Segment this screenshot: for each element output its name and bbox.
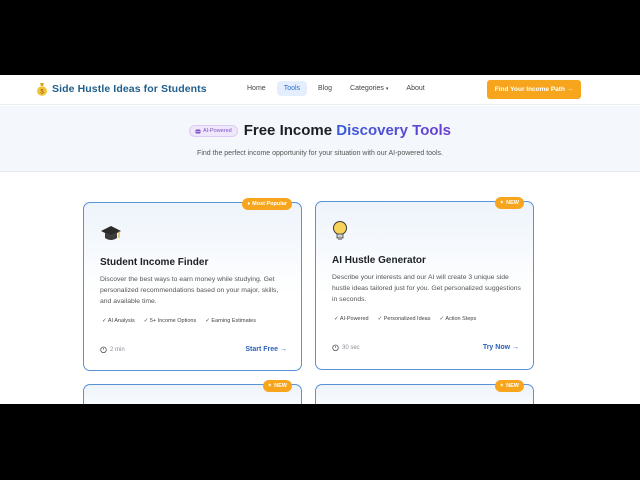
ai-powered-badge: AI-Powered <box>188 124 238 137</box>
page-title-accent: Discovery Tools <box>336 122 452 139</box>
card-description: Describe your interests and our AI will … <box>332 274 521 303</box>
ribbon-label: NEW <box>274 383 287 389</box>
tool-card-4[interactable]: ✦ NEW <box>315 380 534 404</box>
page-subtitle: Find the perfect income opportunity for … <box>197 150 443 157</box>
new-badge: ✦ NEW <box>494 380 524 392</box>
nav-home[interactable]: Home <box>240 81 273 96</box>
nav-categories-label: Categories <box>350 85 384 92</box>
sparkle-icon: ✦ <box>499 200 505 206</box>
brand-name: Side Hustle Ideas for Students <box>52 83 207 95</box>
tool-card-student-income-finder[interactable]: ♦ Most Popular Student Income Finder Disc… <box>83 198 302 371</box>
robot-icon <box>195 129 201 133</box>
most-popular-badge: ♦ Most Popular <box>242 198 292 210</box>
nav-about[interactable]: About <box>399 81 431 96</box>
page-title: Free Income Discovery Tools <box>244 122 451 139</box>
brand[interactable]: $ Side Hustle Ideas for Students <box>36 82 207 96</box>
feature-item: ✓ Personalized Ideas <box>377 316 431 322</box>
new-badge: ✦ NEW <box>494 197 524 209</box>
duration-label: 2 min <box>110 346 125 353</box>
lightbulb-icon <box>333 221 347 240</box>
money-bag-icon: $ <box>37 83 47 96</box>
page-title-plain: Free Income <box>243 122 333 139</box>
timer-icon <box>100 346 107 353</box>
chevron-down-icon: ▾ <box>385 86 389 92</box>
feature-item: ✓ AI-Powered <box>334 316 369 322</box>
start-free-link[interactable]: Start Free → <box>245 346 287 353</box>
graduation-cap-icon <box>101 226 121 240</box>
new-badge: ✦ NEW <box>262 380 292 392</box>
hero-section: AI-Powered Free Income Discovery Tools F… <box>0 106 640 172</box>
fire-icon: ♦ <box>247 201 251 207</box>
feature-item: ✓ Action Steps <box>439 316 477 322</box>
timer-icon <box>332 344 339 351</box>
card-features: ✓ AI-Powered ✓ Personalized Ideas ✓ Acti… <box>334 316 476 322</box>
ribbon-label: NEW <box>506 200 519 206</box>
nav-links: Home Tools Blog Categories ▾ About <box>240 81 436 96</box>
feature-item: ✓ AI Analysis <box>102 318 135 324</box>
card-title: AI Hustle Generator <box>332 255 426 266</box>
tool-card-3[interactable]: ✦ NEW <box>83 380 302 404</box>
card-duration: 2 min <box>100 346 125 353</box>
nav-tools[interactable]: Tools <box>276 81 308 96</box>
browser-viewport: $ Side Hustle Ideas for Students Home To… <box>0 75 640 404</box>
sparkle-icon: ✦ <box>267 383 273 389</box>
card-duration: 30 sec <box>332 344 360 351</box>
nav-blog[interactable]: Blog <box>311 81 339 96</box>
feature-item: ✓ 5+ Income Options <box>143 318 197 324</box>
tool-card-ai-hustle-generator[interactable]: ✦ NEW AI Hustle Generator Describe your i… <box>315 197 534 370</box>
card-description: Discover the best ways to earn money whi… <box>100 276 279 305</box>
ribbon-label: Most Popular <box>252 201 287 207</box>
ai-badge-label: AI-Powered <box>202 127 232 134</box>
sparkle-icon: ✦ <box>499 383 505 389</box>
card-features: ✓ AI Analysis ✓ 5+ Income Options ✓ Earn… <box>102 318 256 324</box>
try-now-link[interactable]: Try Now → <box>483 344 519 351</box>
feature-item: ✓ Earning Estimates <box>205 318 256 324</box>
find-income-path-button[interactable]: Find Your Income Path → <box>487 80 581 99</box>
card-title: Student Income Finder <box>100 257 209 268</box>
ribbon-label: NEW <box>506 383 519 389</box>
duration-label: 30 sec <box>342 344 360 351</box>
top-navbar: $ Side Hustle Ideas for Students Home To… <box>0 75 640 105</box>
nav-categories[interactable]: Categories ▾ <box>343 81 395 96</box>
hero-title-row: AI-Powered Free Income Discovery Tools <box>0 122 640 139</box>
